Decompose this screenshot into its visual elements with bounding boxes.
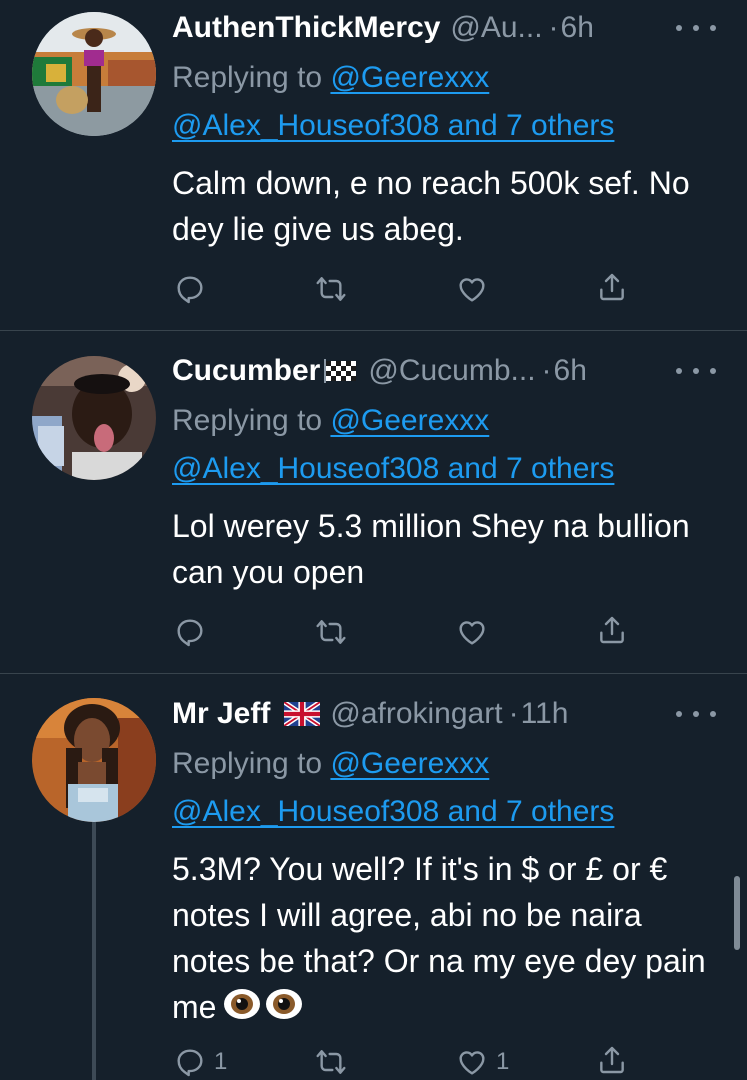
replying-to-user-link[interactable]: @Geerexxx xyxy=(330,747,489,780)
scrollbar[interactable] xyxy=(734,876,740,950)
separator: · xyxy=(541,354,552,387)
more-icon[interactable] xyxy=(676,361,716,381)
tweet-text-container: 5.3M? You well? If it's in $ or £ or € n… xyxy=(172,846,722,1034)
like-icon xyxy=(459,1051,485,1075)
tweet[interactable]: Mr Jeff @afrokingart · 11h Replying to @… xyxy=(0,674,747,1080)
display-name[interactable]: Cucumber xyxy=(172,354,320,388)
more-icon[interactable] xyxy=(676,704,716,724)
retweet-icon xyxy=(316,277,346,301)
retweet-button[interactable] xyxy=(314,616,356,648)
replying-to: Replying to @Geerexxx xyxy=(172,399,489,443)
share-icon xyxy=(600,273,624,301)
reply-button[interactable] xyxy=(174,273,214,305)
share-icon xyxy=(600,616,624,644)
tweet-header: AuthenThickMercy @Au... · 6h xyxy=(172,6,594,50)
replying-to-others-link[interactable]: @Alex_Houseof308 and 7 others xyxy=(172,452,614,485)
replying-to-others-link[interactable]: @Alex_Houseof308 and 7 others xyxy=(172,795,614,828)
tweet[interactable]: Cucumber @Cucumb... · 6h Replying to @Ge… xyxy=(0,331,747,673)
retweet-icon xyxy=(316,1050,346,1074)
reply-button[interactable]: 1 xyxy=(174,1046,227,1078)
reply-button[interactable] xyxy=(174,616,214,648)
replying-to: Replying to @Geerexxx xyxy=(172,742,489,786)
more-icon[interactable] xyxy=(676,18,716,38)
replying-to-others-link[interactable]: @Alex_Houseof308 and 7 others xyxy=(172,109,614,142)
share-button[interactable] xyxy=(596,1044,628,1076)
tweet-header: Mr Jeff @afrokingart · 11h xyxy=(172,692,568,736)
like-button[interactable] xyxy=(456,273,496,305)
like-icon xyxy=(459,621,485,645)
separator: · xyxy=(508,697,519,730)
replying-to-label: Replying to xyxy=(172,747,323,780)
user-handle[interactable]: @Cucumb... xyxy=(368,354,535,388)
like-icon xyxy=(459,278,485,302)
retweet-icon xyxy=(316,620,346,644)
display-name[interactable]: AuthenThickMercy xyxy=(172,11,440,45)
reply-icon xyxy=(177,619,203,647)
replying-to-user-link[interactable]: @Geerexxx xyxy=(330,404,489,437)
display-name[interactable]: Mr Jeff xyxy=(172,697,270,731)
share-icon xyxy=(600,1046,624,1074)
share-button[interactable] xyxy=(596,271,628,303)
replying-to-others: @Alex_Houseof308 and 7 others xyxy=(172,104,614,148)
retweet-button[interactable] xyxy=(314,1046,356,1078)
like-button[interactable]: 1 xyxy=(456,1046,509,1078)
avatar[interactable] xyxy=(32,698,156,822)
like-count: 1 xyxy=(496,1048,510,1075)
reply-count: 1 xyxy=(214,1048,228,1075)
replying-to-label: Replying to xyxy=(172,61,323,94)
like-button[interactable] xyxy=(456,616,496,648)
separator: · xyxy=(548,11,559,44)
replying-to: Replying to @Geerexxx xyxy=(172,56,489,100)
share-button[interactable] xyxy=(596,614,628,646)
tweet-text: Lol werey 5.3 million Shey na bullion ca… xyxy=(172,508,690,590)
tweet-header: Cucumber @Cucumb... · 6h xyxy=(172,349,587,393)
tweet-text: Calm down, e no reach 500k sef. No dey l… xyxy=(172,165,690,247)
chequered-flag-icon xyxy=(324,359,357,383)
avatar[interactable] xyxy=(32,356,156,480)
replying-to-label: Replying to xyxy=(172,404,323,437)
replying-to-others: @Alex_Houseof308 and 7 others xyxy=(172,447,614,491)
eyes-emoji-icon xyxy=(222,986,306,1034)
reply-icon xyxy=(177,276,203,304)
timestamp[interactable]: 6h xyxy=(561,11,594,45)
reply-icon xyxy=(177,1049,203,1077)
uk-flag-icon xyxy=(284,702,321,726)
user-handle[interactable]: @Au... xyxy=(450,11,542,45)
timestamp[interactable]: 6h xyxy=(554,354,587,388)
timestamp[interactable]: 11h xyxy=(521,697,569,731)
replying-to-user-link[interactable]: @Geerexxx xyxy=(330,61,489,94)
tweet[interactable]: AuthenThickMercy @Au... · 6h Replying to… xyxy=(0,0,747,330)
user-handle[interactable]: @afrokingart xyxy=(330,697,502,731)
replying-to-others: @Alex_Houseof308 and 7 others xyxy=(172,790,614,834)
avatar[interactable] xyxy=(32,12,156,136)
retweet-button[interactable] xyxy=(314,273,356,305)
